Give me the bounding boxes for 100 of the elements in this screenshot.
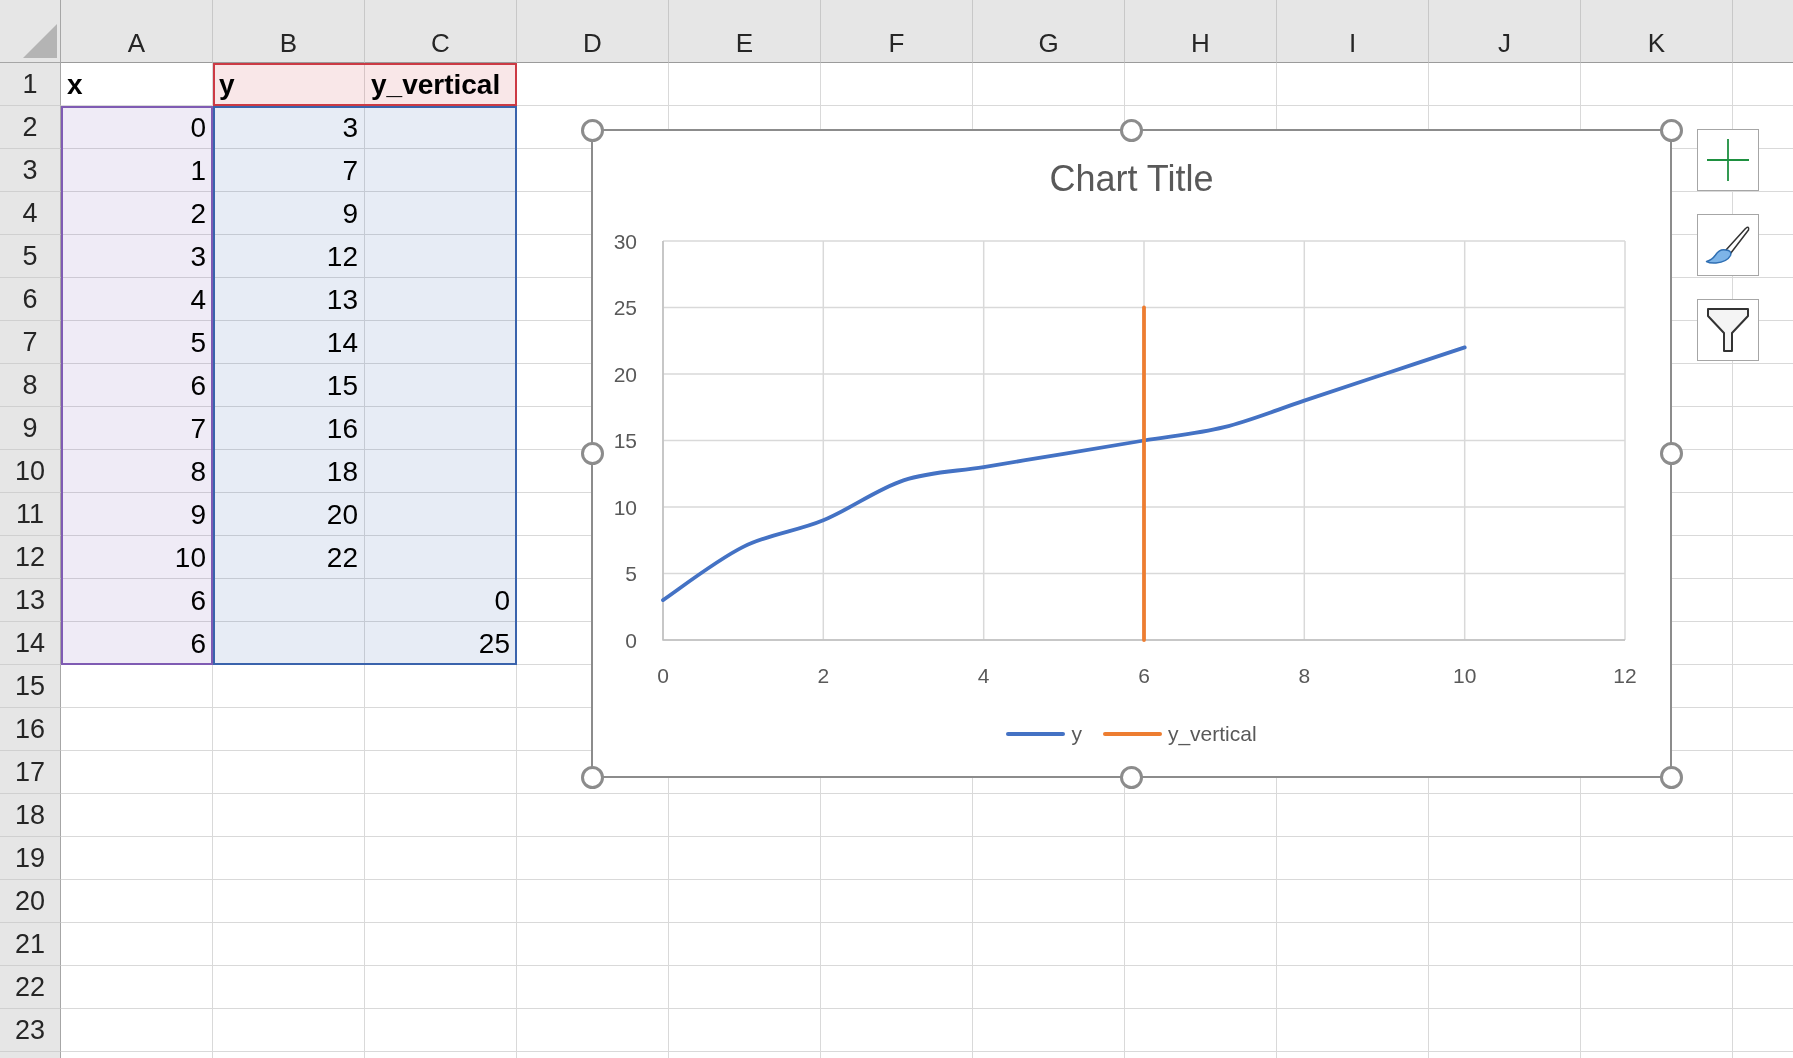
spreadsheet-cell[interactable]: 9 xyxy=(61,493,213,536)
funnel-icon xyxy=(1706,307,1750,353)
spreadsheet-cell[interactable]: 6 xyxy=(61,622,213,665)
add-chart-element-button[interactable] xyxy=(1697,129,1759,191)
row-header[interactable]: 11 xyxy=(0,493,61,536)
column-header[interactable]: E xyxy=(669,0,821,63)
spreadsheet-cell[interactable] xyxy=(365,278,517,321)
axis-tick-label: 20 xyxy=(613,362,637,386)
axis-tick-label: 10 xyxy=(1453,663,1477,687)
plus-icon xyxy=(1707,139,1749,181)
select-all-icon[interactable] xyxy=(23,24,57,58)
row-header[interactable]: 21 xyxy=(0,923,61,966)
spreadsheet-cell[interactable] xyxy=(365,407,517,450)
resize-handle[interactable] xyxy=(1120,118,1143,142)
chart-filter-button[interactable] xyxy=(1697,299,1759,361)
spreadsheet-cell[interactable] xyxy=(365,536,517,579)
spreadsheet-cell[interactable]: y_vertical xyxy=(365,63,517,106)
spreadsheet-cell[interactable]: 15 xyxy=(213,364,365,407)
column-header[interactable]: C xyxy=(365,0,517,63)
spreadsheet-cell[interactable]: y xyxy=(213,63,365,106)
spreadsheet-cell[interactable] xyxy=(213,579,365,622)
spreadsheet-cell[interactable]: 16 xyxy=(213,407,365,450)
chart-style-button[interactable] xyxy=(1697,214,1759,276)
chart[interactable]: Chart Title 0 5 10 15 20 25 30 0 2 4 6 8 10 12 y y_vertical xyxy=(591,129,1672,778)
spreadsheet-cell[interactable]: 14 xyxy=(213,321,365,364)
row-header[interactable]: 1 xyxy=(0,63,61,106)
spreadsheet-cell[interactable]: 18 xyxy=(213,450,365,493)
axis-tick-label: 6 xyxy=(1138,663,1150,687)
column-header[interactable]: B xyxy=(213,0,365,63)
spreadsheet-cell[interactable]: 6 xyxy=(61,364,213,407)
legend-label: y xyxy=(1071,721,1082,747)
spreadsheet-cell[interactable]: 7 xyxy=(213,149,365,192)
row-header[interactable]: 3 xyxy=(0,149,61,192)
axis-tick-label: 4 xyxy=(977,663,990,687)
row-header[interactable]: 18 xyxy=(0,794,61,837)
row-header[interactable]: 5 xyxy=(0,235,61,278)
spreadsheet-cell[interactable]: 12 xyxy=(213,235,365,278)
spreadsheet-cell[interactable] xyxy=(365,493,517,536)
spreadsheet-cell[interactable]: 2 xyxy=(61,192,213,235)
resize-handle[interactable] xyxy=(580,442,604,465)
spreadsheet-cell[interactable] xyxy=(365,321,517,364)
row-header[interactable]: 19 xyxy=(0,837,61,880)
spreadsheet-cell[interactable] xyxy=(365,149,517,192)
row-header[interactable]: 15 xyxy=(0,665,61,708)
spreadsheet-cell[interactable] xyxy=(365,364,517,407)
column-header[interactable] xyxy=(1733,0,1793,63)
axis-tick-label: 30 xyxy=(613,229,637,253)
spreadsheet-cell[interactable]: 22 xyxy=(213,536,365,579)
spreadsheet-cell[interactable]: 4 xyxy=(61,278,213,321)
row-header[interactable]: 14 xyxy=(0,622,61,665)
row-header[interactable]: 9 xyxy=(0,407,61,450)
row-header[interactable]: 4 xyxy=(0,192,61,235)
column-header[interactable]: G xyxy=(973,0,1125,63)
spreadsheet-cell[interactable]: x xyxy=(61,63,213,106)
spreadsheet-cell[interactable] xyxy=(365,106,517,149)
spreadsheet-cell[interactable]: 10 xyxy=(61,536,213,579)
row-header[interactable]: 23 xyxy=(0,1009,61,1052)
row-header[interactable]: 16 xyxy=(0,708,61,751)
row-header[interactable] xyxy=(0,1052,61,1058)
column-header[interactable]: D xyxy=(517,0,669,63)
resize-handle[interactable] xyxy=(580,118,604,142)
row-header[interactable]: 6 xyxy=(0,278,61,321)
spreadsheet-cell[interactable] xyxy=(365,450,517,493)
spreadsheet-cell[interactable]: 7 xyxy=(61,407,213,450)
spreadsheet-cell[interactable]: 5 xyxy=(61,321,213,364)
spreadsheet-cell[interactable]: 9 xyxy=(213,192,365,235)
row-header[interactable]: 20 xyxy=(0,880,61,923)
column-header[interactable]: I xyxy=(1277,0,1429,63)
legend-label: y_vertical xyxy=(1167,721,1257,748)
row-header[interactable]: 8 xyxy=(0,364,61,407)
row-header[interactable]: 2 xyxy=(0,106,61,149)
row-header[interactable]: 13 xyxy=(0,579,61,622)
row-header[interactable]: 12 xyxy=(0,536,61,579)
row-header[interactable]: 22 xyxy=(0,966,61,1009)
column-header[interactable]: K xyxy=(1581,0,1733,63)
axis-tick-label: 0 xyxy=(657,663,669,687)
row-header[interactable]: 10 xyxy=(0,450,61,493)
column-header[interactable]: A xyxy=(61,0,213,63)
spreadsheet-cell[interactable]: 6 xyxy=(61,579,213,622)
resize-handle[interactable] xyxy=(1659,118,1683,142)
spreadsheet-cell[interactable]: 3 xyxy=(213,106,365,149)
spreadsheet-cell[interactable]: 0 xyxy=(365,579,517,622)
chart-title: Chart Title xyxy=(1049,157,1214,201)
column-header[interactable]: F xyxy=(821,0,973,63)
spreadsheet-cell[interactable]: 1 xyxy=(61,149,213,192)
resize-handle[interactable] xyxy=(580,765,604,789)
row-header[interactable]: 17 xyxy=(0,751,61,794)
spreadsheet-cell[interactable]: 8 xyxy=(61,450,213,493)
spreadsheet-cell[interactable] xyxy=(213,622,365,665)
column-header[interactable]: H xyxy=(1125,0,1277,63)
paintbrush-icon xyxy=(1705,225,1751,265)
spreadsheet-cell[interactable]: 13 xyxy=(213,278,365,321)
spreadsheet-cell[interactable]: 25 xyxy=(365,622,517,665)
spreadsheet-cell[interactable] xyxy=(365,235,517,278)
column-header[interactable]: J xyxy=(1429,0,1581,63)
spreadsheet-cell[interactable]: 20 xyxy=(213,493,365,536)
spreadsheet-cell[interactable] xyxy=(365,192,517,235)
spreadsheet-cell[interactable]: 3 xyxy=(61,235,213,278)
spreadsheet-cell[interactable]: 0 xyxy=(61,106,213,149)
row-header[interactable]: 7 xyxy=(0,321,61,364)
